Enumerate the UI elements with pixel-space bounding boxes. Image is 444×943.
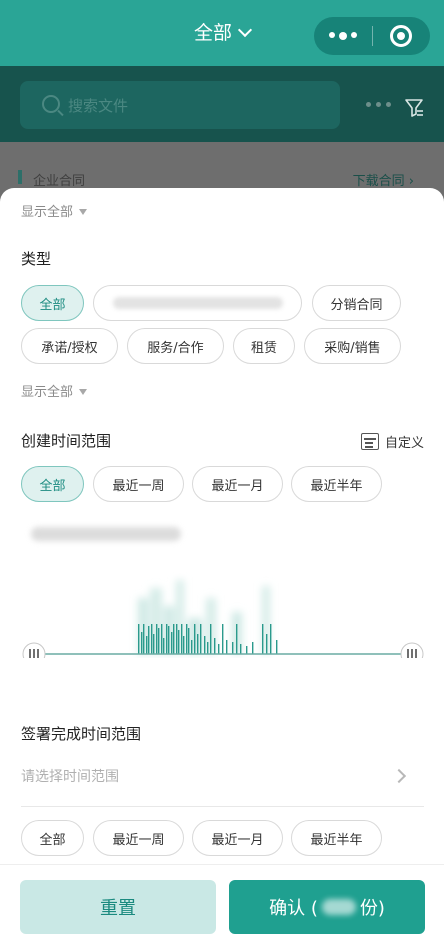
- histogram-bar: [188, 628, 190, 654]
- redacted-date-range: [31, 527, 181, 541]
- histogram-bar: [156, 624, 158, 654]
- histogram-bar: [151, 624, 153, 654]
- type-chip-service[interactable]: 服务/合作: [127, 328, 224, 364]
- histogram-bar: [270, 624, 272, 654]
- histogram-bar: [176, 624, 178, 654]
- show-all-label: 显示全部: [21, 385, 74, 400]
- sign-chip-month[interactable]: 最近一月: [192, 820, 283, 856]
- histogram-bar: [204, 636, 206, 654]
- search-placeholder: 搜索文件: [68, 97, 129, 115]
- histogram-bar: [173, 624, 175, 654]
- create-chip-month[interactable]: 最近一月: [192, 466, 283, 502]
- section-marker: [18, 170, 22, 184]
- histogram-bar: [141, 632, 143, 654]
- histogram-bar: [183, 636, 185, 654]
- histogram-bar: [194, 624, 196, 654]
- histogram-bar: [138, 624, 140, 654]
- histogram-bar: [191, 640, 193, 654]
- histogram-bar: [171, 632, 173, 654]
- type-chip-all[interactable]: 全部: [21, 285, 84, 321]
- histogram-bar: [163, 638, 165, 654]
- histogram-bar: [161, 624, 163, 654]
- action-bar: 重置 确认 ( 份): [0, 864, 444, 943]
- histogram-bar: [218, 644, 220, 654]
- histogram-bar: [143, 624, 145, 654]
- histogram-bar: [240, 644, 242, 654]
- histogram-bar: [276, 640, 278, 654]
- type-chip-promise[interactable]: 承诺/授权: [21, 328, 118, 364]
- confirm-prefix: 确认 (: [269, 898, 318, 919]
- type-chip-lease[interactable]: 租赁: [233, 328, 295, 364]
- histogram-bar: [262, 624, 264, 654]
- histogram-bar: [210, 624, 212, 654]
- target-icon[interactable]: [373, 25, 431, 47]
- time-range-histogram: [22, 580, 424, 658]
- sign-chip-half-year[interactable]: 最近半年: [291, 820, 382, 856]
- histogram-bar: [186, 624, 188, 654]
- type-chip-redacted[interactable]: [93, 285, 302, 321]
- redacted-count: [321, 899, 356, 915]
- range-handle-right[interactable]: [400, 642, 424, 658]
- divider: [21, 806, 424, 807]
- mini-program-capsule: [314, 17, 430, 55]
- redacted-text: [112, 297, 283, 309]
- section-label: 企业合同: [33, 174, 86, 189]
- histogram-bar: [252, 642, 254, 654]
- chevron-down-icon: [237, 22, 253, 38]
- top-header: 全部: [0, 0, 444, 66]
- more-options-icon[interactable]: [366, 102, 391, 107]
- sign-time-title: 签署完成时间范围: [21, 725, 142, 743]
- header-title-text: 全部: [193, 22, 232, 44]
- create-time-title: 创建时间范围: [21, 432, 112, 450]
- histogram-bar: [214, 638, 216, 654]
- histogram-bar: [148, 626, 150, 654]
- histogram-bar: [181, 624, 183, 654]
- chevron-right-icon: [391, 768, 407, 784]
- histogram-bar: [226, 640, 228, 654]
- histogram-bar: [246, 646, 248, 654]
- range-handle-left[interactable]: [22, 642, 46, 658]
- sign-chip-all[interactable]: 全部: [21, 820, 84, 856]
- histogram-bar: [197, 634, 199, 654]
- histogram-bar: [153, 634, 155, 654]
- show-all-label: 显示全部: [21, 205, 74, 220]
- histogram-bar: [207, 642, 209, 654]
- sign-time-picker[interactable]: 请选择时间范围: [21, 766, 119, 786]
- confirm-suffix: 份): [359, 898, 385, 919]
- histogram-bar: [232, 642, 234, 654]
- custom-label: 自定义: [384, 436, 424, 451]
- filter-icon[interactable]: [404, 98, 424, 118]
- histogram-bar: [146, 636, 148, 654]
- search-icon: [42, 95, 60, 113]
- sign-chip-week[interactable]: 最近一周: [93, 820, 184, 856]
- type-chip-distribution[interactable]: 分销合同: [312, 285, 401, 321]
- confirm-button[interactable]: 确认 ( 份): [229, 880, 425, 934]
- triangle-down-icon: [79, 209, 88, 215]
- histogram-bar: [166, 624, 168, 654]
- create-chip-half-year[interactable]: 最近半年: [291, 466, 382, 502]
- type-section-title: 类型: [21, 250, 52, 268]
- search-area: 搜索文件: [0, 66, 444, 142]
- reset-button[interactable]: 重置: [20, 880, 216, 934]
- custom-range-button[interactable]: 自定义: [360, 432, 424, 451]
- show-all-toggle-top[interactable]: 显示全部: [21, 201, 88, 220]
- show-all-toggle-mid[interactable]: 显示全部: [21, 381, 88, 400]
- triangle-down-icon: [79, 389, 88, 395]
- histogram-bar: [168, 626, 170, 654]
- histogram-bar: [158, 628, 160, 654]
- type-chip-purchase[interactable]: 采购/销售: [304, 328, 401, 364]
- calendar-icon: [360, 433, 379, 450]
- histogram-bar: [266, 634, 268, 654]
- histogram-bar: [178, 630, 180, 654]
- histogram-bar: [200, 624, 202, 654]
- download-contract-link[interactable]: 下载合同 ›: [353, 170, 414, 189]
- filter-sheet: 显示全部 类型 全部 分销合同 承诺/授权 服务/合作 租赁 采购/销售 显示全…: [0, 188, 444, 943]
- search-input[interactable]: 搜索文件: [20, 81, 340, 129]
- more-dots-icon[interactable]: [314, 32, 372, 40]
- histogram-bar: [236, 624, 238, 654]
- create-chip-all[interactable]: 全部: [21, 466, 84, 502]
- create-chip-week[interactable]: 最近一周: [93, 466, 184, 502]
- histogram-bar: [222, 624, 224, 654]
